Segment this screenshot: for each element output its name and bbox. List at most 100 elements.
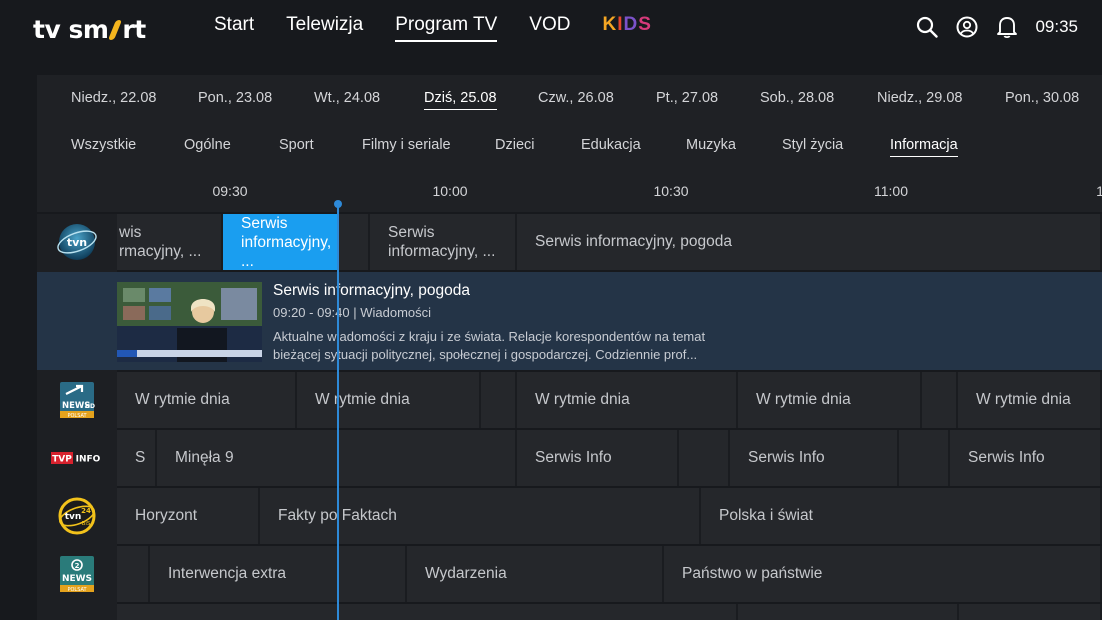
program-cell[interactable] [339, 604, 738, 620]
header-actions: 09:35 [899, 14, 1078, 40]
epg-filter-panel: Niedz., 22.08 Pon., 23.08 Wt., 24.08 Dzi… [37, 75, 1102, 212]
polsat-sublabel: POLSAT [67, 413, 87, 419]
program-cell[interactable] [679, 430, 730, 486]
program-cell[interactable]: Serwis Info [730, 430, 899, 486]
logo-text-b: rt [122, 14, 146, 44]
category-tab-active[interactable]: Informacja [890, 137, 958, 157]
day-tab[interactable]: Wt., 24.08 [314, 90, 380, 109]
program-cell[interactable] [339, 214, 370, 270]
program-line: informacyjny, ... [388, 243, 496, 260]
category-tab[interactable]: Styl życia [782, 137, 843, 156]
program-cell[interactable]: Polska i świat [701, 488, 1102, 544]
bell-icon[interactable] [995, 14, 1019, 40]
category-tab[interactable]: Edukacja [581, 137, 641, 156]
nav-program-tv[interactable]: Program TV [395, 14, 498, 42]
program-cell[interactable]: W rytmie dnia [958, 372, 1102, 428]
program-cell[interactable]: Państwo w państwie [664, 546, 1102, 602]
timeline-tick: 10:00 [432, 183, 468, 199]
program-cell[interactable] [899, 430, 950, 486]
program-cell[interactable]: W rytmie dnia [117, 372, 297, 428]
search-icon[interactable] [915, 14, 939, 40]
program-line: Serwis [241, 214, 288, 232]
detail-description: Aktualne wiadomości z kraju i ze świata.… [273, 329, 706, 362]
program-cell[interactable]: W rytmie dnia [517, 372, 738, 428]
program-cell[interactable]: Serwis Info [517, 430, 679, 486]
program-cell[interactable] [738, 604, 959, 620]
program-thumbnail [117, 282, 262, 362]
kids-letter: S [638, 14, 652, 35]
clock: 09:35 [1035, 17, 1078, 36]
current-time-marker [334, 200, 342, 208]
tv-smart-logo[interactable]: tv sm rt [33, 12, 146, 46]
hd-logo-text: HD [85, 403, 95, 410]
tvn-logo-text: tvn [67, 236, 87, 249]
day-tab[interactable]: Niedz., 22.08 [71, 90, 156, 109]
tvp-logo-text: TVP [52, 455, 72, 465]
channel-logo-polsat-news-hd[interactable]: NEWS HD POLSAT [37, 372, 117, 428]
profile-icon[interactable] [955, 14, 979, 40]
program-cell[interactable] [117, 604, 339, 620]
channel-logo-polsat-news-2[interactable]: 2 NEWS POLSAT [37, 546, 117, 602]
channel-logo-tvn[interactable]: tvn [37, 214, 117, 270]
category-tab[interactable]: Sport [279, 137, 314, 156]
program-cell[interactable]: W rytmie dnia [297, 372, 481, 428]
bis-logo-text: BiS [82, 521, 91, 527]
timeline-tick: 09:30 [212, 183, 248, 199]
program-line: wis [119, 224, 142, 241]
program-line: rmacyjny, ... [119, 243, 202, 260]
program-cell[interactable]: Serwis informacyjny, ... [370, 214, 517, 270]
channel-row-tvn: wis rmacyjny, ... Serwis informacyjny, ...… [0, 214, 1102, 270]
current-time-line [337, 204, 339, 620]
nav-start[interactable]: Start [214, 14, 254, 42]
program-line: Serwis [388, 224, 435, 241]
program-cell[interactable]: S [117, 430, 157, 486]
kids-letter: K [602, 14, 618, 35]
polsat-sublabel: POLSAT [67, 587, 87, 593]
day-tab[interactable]: Niedz., 29.08 [877, 90, 962, 109]
day-tab[interactable]: Czw., 26.08 [538, 90, 614, 109]
kids-letter: D [623, 14, 639, 35]
program-cell-selected[interactable]: Serwis informacyjny, ... [223, 214, 339, 270]
day-tab[interactable]: Pon., 30.08 [1005, 90, 1079, 109]
timeline-tick: 10:30 [653, 183, 689, 199]
nav-telewizja[interactable]: Telewizja [286, 14, 363, 42]
program-cell[interactable] [959, 604, 1102, 620]
program-cell[interactable]: Fakty po Faktach [260, 488, 701, 544]
category-tab[interactable]: Wszystkie [71, 137, 136, 156]
day-tab-active[interactable]: Dziś, 25.08 [424, 90, 497, 110]
news2-number-text: 2 [75, 562, 80, 570]
channel-logo-tvn24-bis[interactable]: tvn 24 BiS [37, 488, 117, 544]
program-cell[interactable] [117, 546, 150, 602]
program-cell[interactable]: Horyzont [117, 488, 260, 544]
channel-row-polsat-news: W rytmie dnia W rytmie dnia W rytmie dni… [0, 372, 1102, 428]
program-line: informacyjny, ... [241, 233, 332, 270]
category-tab[interactable]: Ogólne [184, 137, 231, 156]
tvn24-logo-text: tvn [65, 512, 82, 522]
category-tab[interactable]: Filmy i seriale [362, 137, 451, 156]
program-cell[interactable] [922, 372, 958, 428]
program-cell[interactable]: W rytmie dnia [738, 372, 922, 428]
nav-vod[interactable]: VOD [529, 14, 570, 42]
detail-meta: 09:20 - 09:40 | Wiadomości [273, 305, 432, 320]
main-nav: Start Telewizja Program TV VOD KIDS [214, 14, 652, 42]
day-tab[interactable]: Sob., 28.08 [760, 90, 834, 109]
program-detail-panel[interactable]: Serwis informacyjny, pogoda 09:20 - 09:4… [37, 272, 1102, 370]
day-tab[interactable]: Pon., 23.08 [198, 90, 272, 109]
program-cell[interactable]: Wydarzenia [407, 546, 664, 602]
info-logo-text: INFO [76, 455, 101, 465]
category-tab[interactable]: Muzyka [686, 137, 736, 156]
channel-logo-tvp-info[interactable]: TVP INFO [37, 430, 117, 486]
program-cell[interactable]: Serwis Info [950, 430, 1102, 486]
detail-title: Serwis informacyjny, pogoda [273, 282, 470, 299]
program-cell[interactable] [481, 372, 517, 428]
category-tab[interactable]: Dzieci [495, 137, 534, 156]
program-cell[interactable]: Interwencja extra [150, 546, 407, 602]
nav-kids[interactable]: KIDS [602, 14, 651, 42]
program-cell[interactable]: Serwis informacyjny, pogoda [517, 214, 1102, 270]
timeline: 09:30 10:00 10:30 11:00 1 [37, 183, 1102, 203]
channel-row-polsat-news-2: Interwencja extra Wydarzenia Państwo w p… [0, 546, 1102, 602]
program-cell[interactable]: wis rmacyjny, ... [117, 214, 223, 270]
news2-logo-text: NEWS [62, 574, 92, 584]
day-tab[interactable]: Pt., 27.08 [656, 90, 718, 109]
top-bar: tv sm rt Start Telewizja Program TV VOD … [0, 0, 1102, 58]
